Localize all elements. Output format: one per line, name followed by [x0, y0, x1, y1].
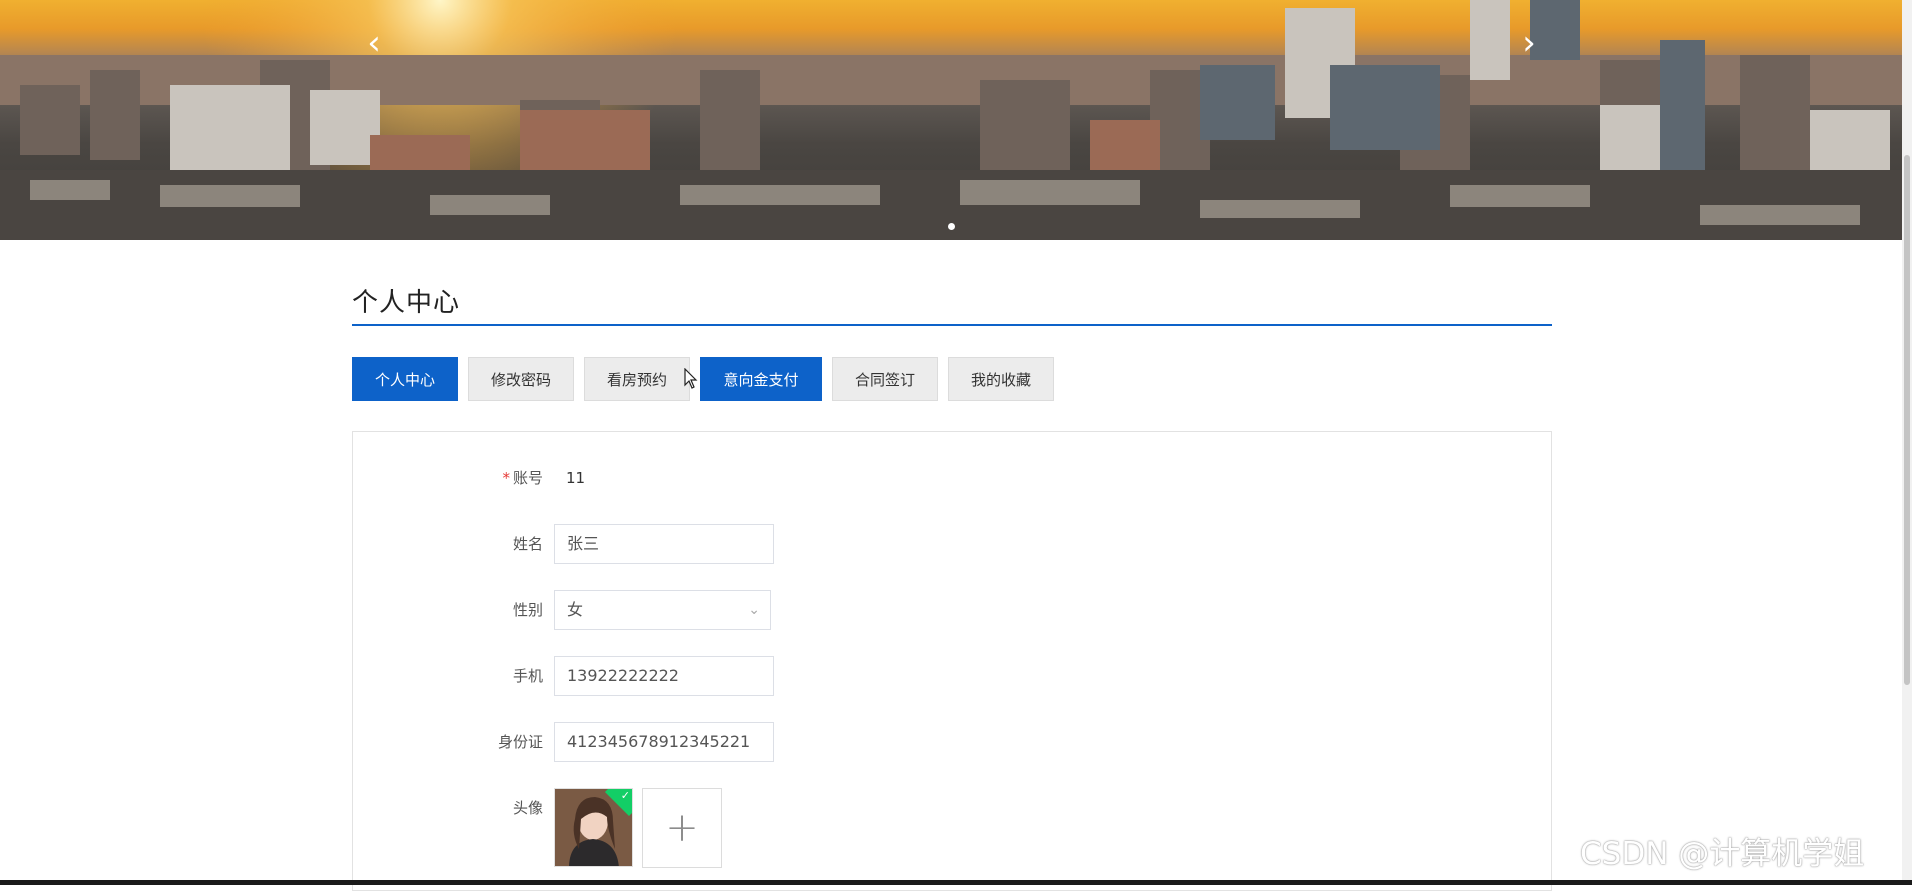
required-mark: * — [502, 469, 510, 487]
tab-contract-signing[interactable]: 合同签订 — [832, 357, 938, 401]
gender-label: 性别 — [512, 601, 543, 619]
id-card-label: 身份证 — [497, 733, 543, 751]
avatar-row: 头像 ✓ + — [353, 788, 1551, 870]
profile-form: * 账号 11 姓名 张三 性别 女 ⌄ 手机 13922222222 身份证 4… — [352, 431, 1552, 891]
gender-row: 性别 女 ⌄ — [353, 590, 1551, 630]
city-skyline-image — [0, 0, 1902, 240]
carousel-next-button[interactable]: › — [1512, 26, 1546, 60]
phone-label: 手机 — [512, 667, 543, 685]
phone-input[interactable]: 13922222222 — [554, 656, 774, 696]
avatar-upload-button[interactable]: + — [642, 788, 722, 868]
carousel-prev-button[interactable]: ‹ — [357, 26, 391, 60]
title-divider — [352, 324, 1552, 326]
tab-change-password[interactable]: 修改密码 — [468, 357, 574, 401]
plus-icon: + — [665, 805, 699, 851]
tab-personal-center[interactable]: 个人中心 — [352, 357, 458, 401]
carousel-banner: ‹ › — [0, 0, 1902, 240]
bottom-edge — [0, 880, 1912, 885]
mouse-pointer-icon — [684, 368, 698, 389]
scrollbar-thumb[interactable] — [1904, 155, 1910, 685]
avatar-label: 头像 — [512, 799, 543, 817]
name-input[interactable]: 张三 — [554, 524, 774, 564]
tab-my-favorites[interactable]: 我的收藏 — [948, 357, 1054, 401]
id-card-row: 身份证 412345678912345221 — [353, 722, 1551, 762]
chevron-right-icon: › — [1522, 23, 1536, 63]
gender-selected-value: 女 — [567, 600, 584, 619]
account-value: 11 — [566, 469, 586, 487]
chevron-down-icon: ⌄ — [748, 602, 760, 618]
tab-viewing-appointment[interactable]: 看房预约 — [584, 357, 690, 401]
carousel-indicator-dot[interactable] — [948, 223, 955, 230]
account-label: * 账号 — [502, 469, 543, 487]
phone-row: 手机 13922222222 — [353, 656, 1551, 696]
name-label: 姓名 — [512, 535, 543, 553]
account-row: * 账号 11 — [353, 458, 1551, 498]
id-card-input[interactable]: 412345678912345221 — [554, 722, 774, 762]
avatar-image[interactable]: ✓ — [554, 788, 633, 867]
watermark-text: CSDN @计算机学姐 — [1580, 836, 1865, 872]
chevron-left-icon: ‹ — [367, 23, 381, 63]
page-scrollbar[interactable] — [1902, 0, 1912, 885]
gender-select[interactable]: 女 ⌄ — [554, 590, 771, 630]
check-icon: ✓ — [620, 789, 630, 802]
tab-deposit-payment[interactable]: 意向金支付 — [700, 357, 822, 401]
name-row: 姓名 张三 — [353, 524, 1551, 564]
page-title: 个人中心 — [352, 288, 461, 318]
